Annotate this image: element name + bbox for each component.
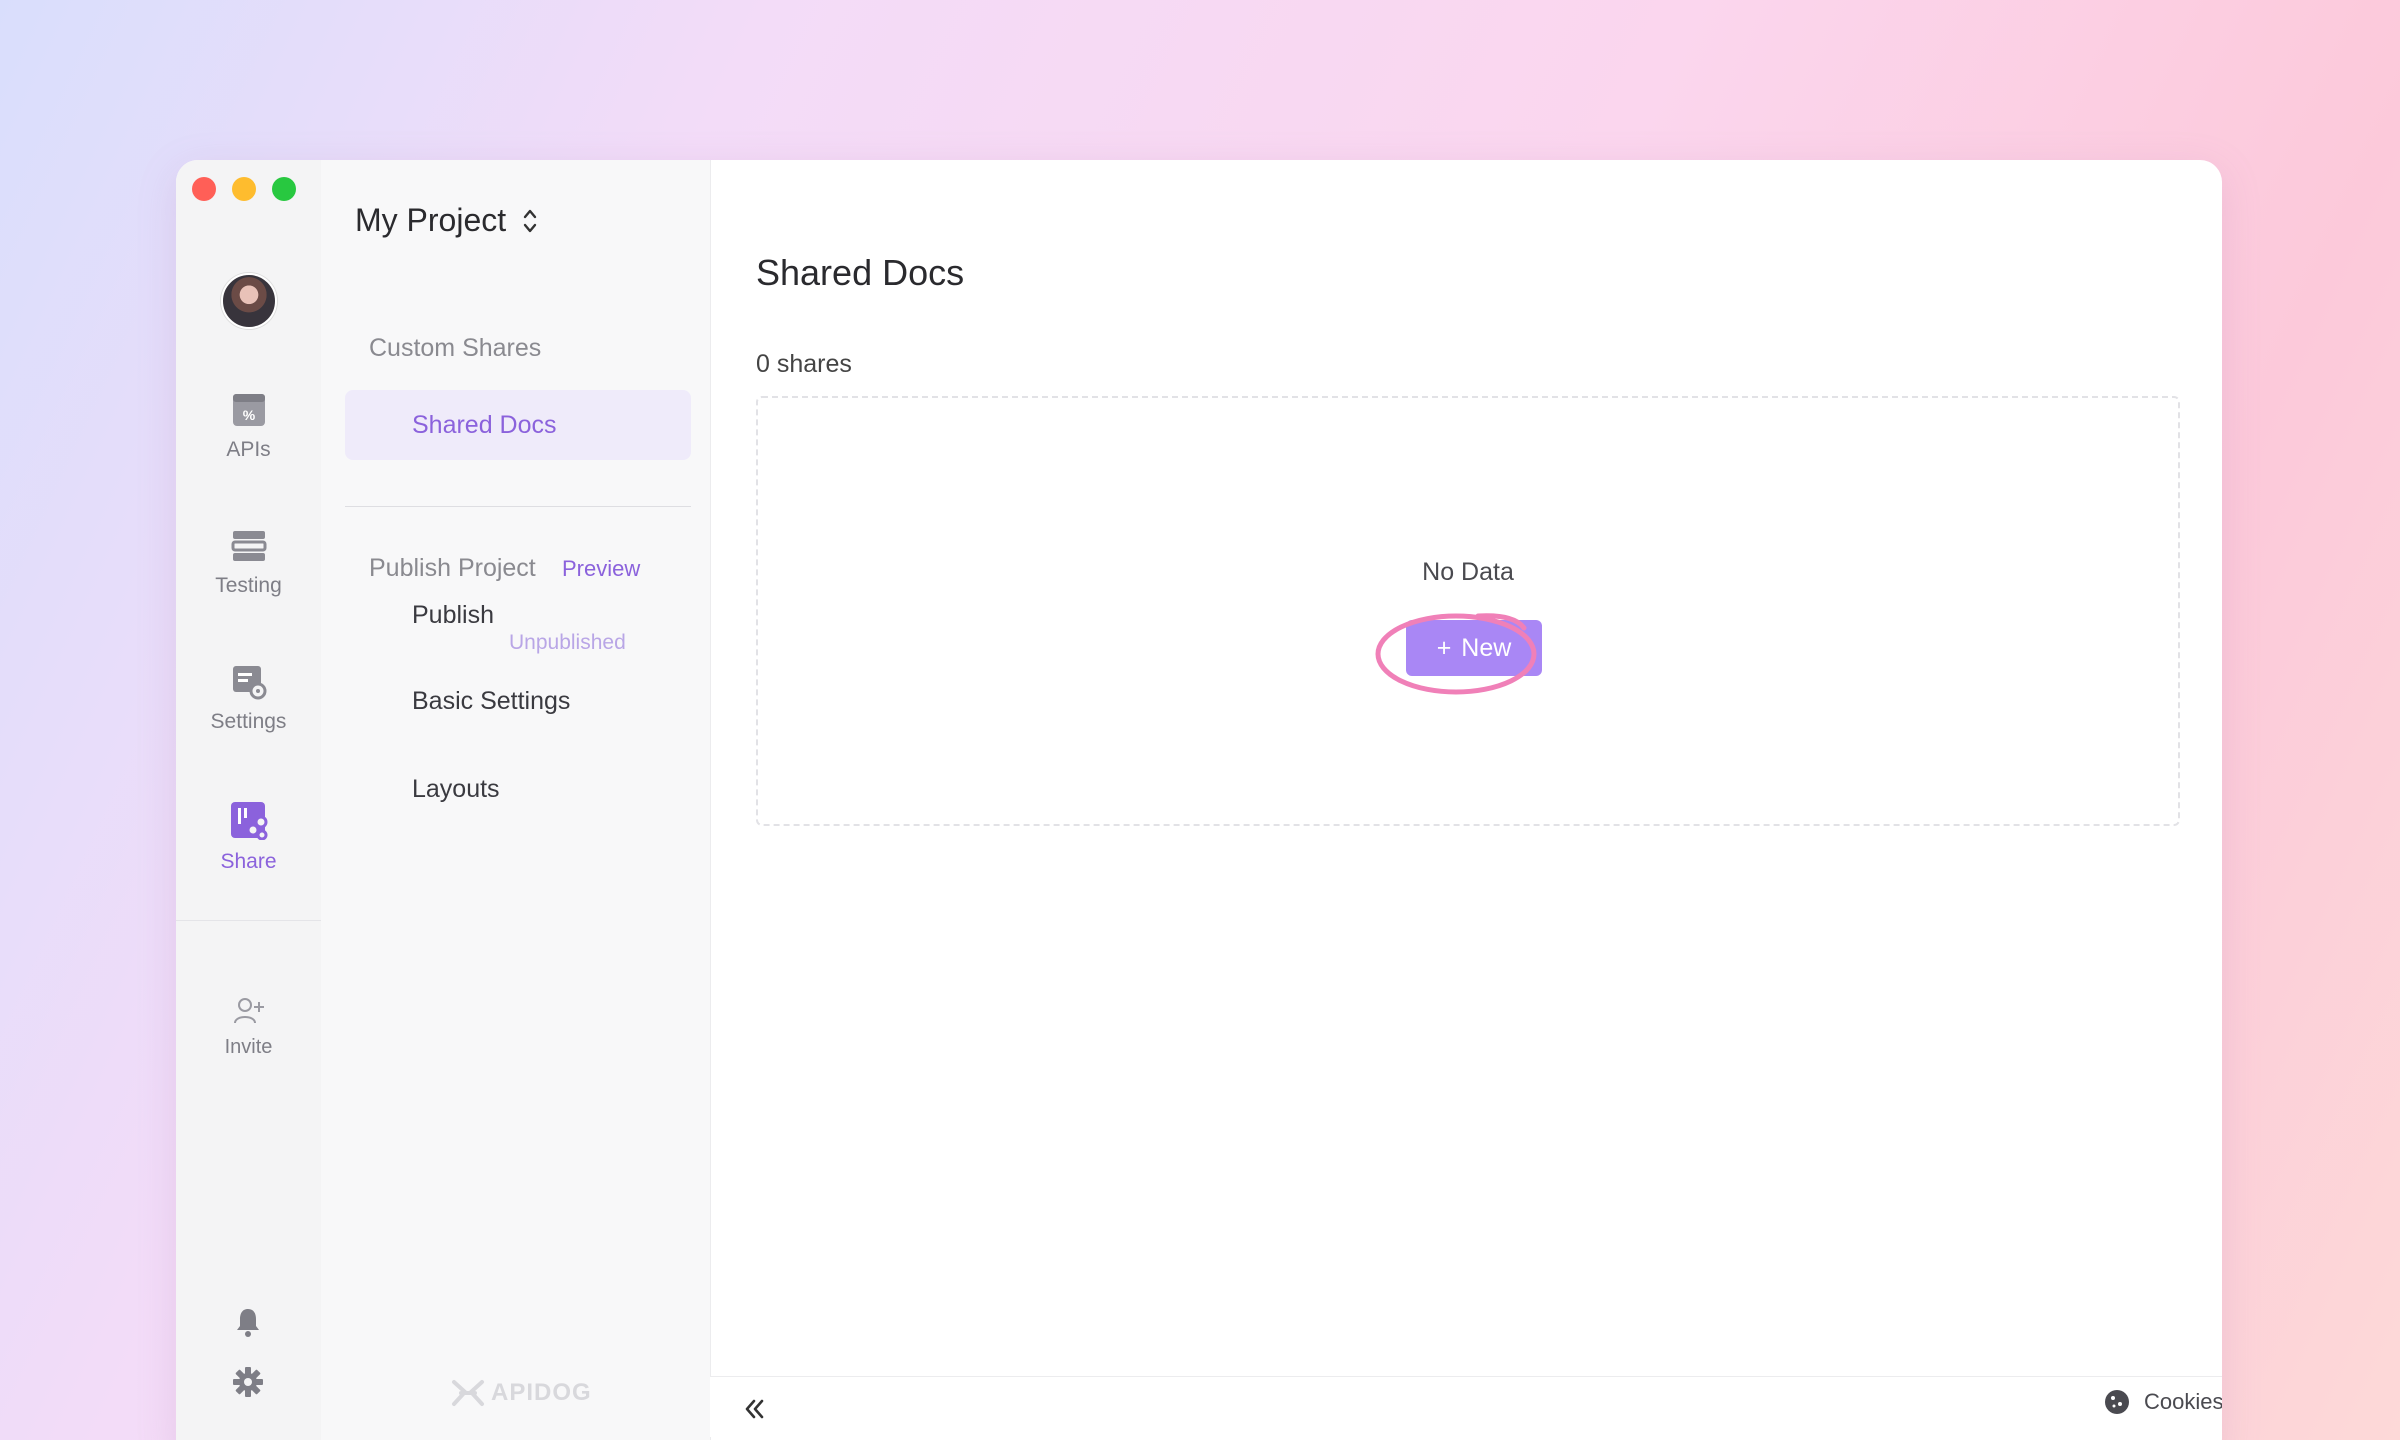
share-count: 0 shares	[756, 350, 852, 378]
nav-label-shared-docs: Shared Docs	[412, 410, 557, 439]
desktop-background: % APIs Testing Settings Share Invite My …	[0, 0, 2400, 1440]
cookies-label: Cookies	[2144, 1389, 2222, 1414]
share-sidebar: My Project Custom Shares Shared Docs Pub…	[321, 160, 711, 1440]
publish-project-heading: Publish Project	[369, 554, 536, 582]
minimize-window-button[interactable]	[232, 177, 256, 201]
rail-label-share: Share	[220, 850, 277, 873]
invite-label: Invite	[224, 1036, 273, 1058]
brand-logo: APIDOG	[451, 1378, 592, 1408]
rail-item-share[interactable]: Share	[176, 800, 321, 874]
plus-icon: +	[1436, 633, 1452, 662]
invite-button[interactable]: Invite	[176, 996, 321, 1059]
publish-status-badge: Unpublished	[509, 631, 626, 654]
app-window: % APIs Testing Settings Share Invite My …	[176, 160, 2222, 1440]
empty-state-text: No Data	[1422, 558, 1514, 586]
rail-item-apis[interactable]: % APIs	[176, 392, 321, 462]
page-title: Shared Docs	[756, 252, 965, 293]
chevron-up-down-icon	[523, 209, 537, 232]
status-footer: Cookies	[710, 1376, 2222, 1437]
nav-label-publish: Publish	[412, 600, 494, 629]
empty-state: No Data + New	[756, 396, 2180, 826]
project-switcher[interactable]: My Project	[355, 202, 538, 239]
nav-item-shared-docs[interactable]: Shared Docs	[345, 390, 691, 460]
project-name: My Project	[355, 202, 507, 238]
rail-label-testing: Testing	[215, 574, 282, 597]
zoom-window-button[interactable]	[272, 177, 296, 201]
main-content: Shared Docs 0 shares No Data + New Cooki…	[710, 160, 2222, 1440]
cookies-button[interactable]: Cookies	[2104, 1389, 2222, 1415]
window-controls	[192, 177, 296, 201]
nav-divider	[345, 506, 691, 507]
settings-icon	[232, 666, 266, 700]
icon-rail: % APIs Testing Settings Share Invite	[176, 160, 322, 1440]
rail-label-settings: Settings	[210, 710, 287, 733]
rail-divider	[176, 920, 321, 921]
nav-item-layouts[interactable]: Layouts	[345, 754, 691, 824]
add-user-icon	[233, 998, 264, 1024]
rail-item-settings[interactable]: Settings	[176, 664, 321, 734]
collapse-sidebar-icon[interactable]	[740, 1395, 768, 1423]
nav-item-basic-settings[interactable]: Basic Settings	[345, 666, 691, 736]
nav-label-basic-settings: Basic Settings	[412, 686, 571, 715]
svg-text:%: %	[242, 407, 255, 423]
testing-icon	[231, 531, 266, 561]
gear-icon[interactable]	[232, 1366, 264, 1398]
close-window-button[interactable]	[192, 177, 216, 201]
new-button-label: New	[1461, 633, 1512, 662]
share-icon	[230, 802, 267, 840]
rail-item-testing[interactable]: Testing	[176, 528, 321, 598]
cookie-icon	[2105, 1390, 2129, 1414]
user-avatar[interactable]	[221, 273, 277, 329]
custom-shares-heading: Custom Shares	[369, 334, 542, 362]
apis-icon: %	[232, 394, 265, 426]
new-share-button[interactable]: + New	[1406, 620, 1542, 676]
preview-link[interactable]: Preview	[562, 556, 640, 582]
bell-icon[interactable]	[232, 1306, 264, 1338]
rail-label-apis: APIs	[226, 438, 271, 461]
brand-name: APIDOG	[491, 1379, 592, 1406]
nav-label-layouts: Layouts	[412, 774, 500, 803]
apidog-logo-icon	[452, 1380, 484, 1406]
